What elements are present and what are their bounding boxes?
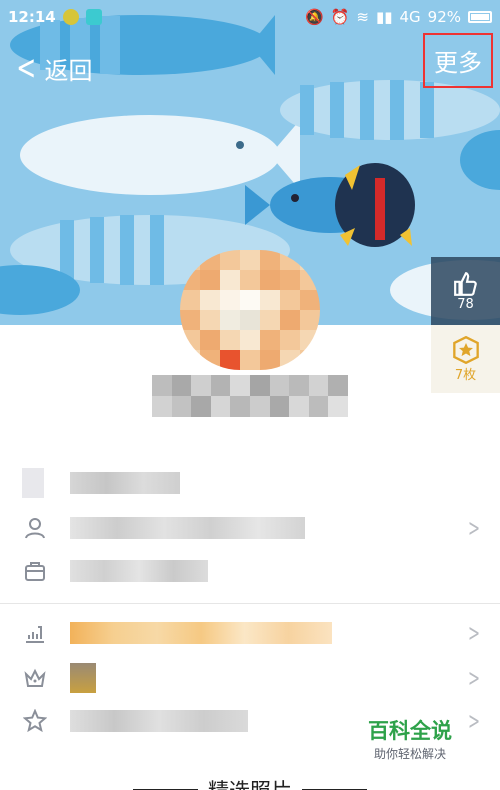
app-notify-icon: [62, 9, 79, 25]
level-icon: [22, 620, 48, 646]
chevron-right-icon: >: [467, 619, 480, 647]
profile-icon: [22, 515, 48, 541]
watermark-logo: 百科全说 助你轻松解决: [360, 715, 460, 762]
charm-count: 7枚: [454, 367, 477, 383]
mute-icon: 🔕: [305, 8, 324, 26]
vip-row[interactable]: >: [0, 655, 500, 701]
star-text: [70, 710, 248, 732]
avatar[interactable]: [180, 250, 320, 370]
network-label: 4G: [399, 8, 421, 26]
alarm-icon: ⏰: [330, 8, 350, 26]
back-label: 返回: [44, 56, 93, 85]
status-time: 12:14: [8, 8, 56, 26]
scan-notify-icon: [85, 9, 102, 25]
thumbs-up-icon: [453, 271, 477, 296]
chevron-right-icon: >: [467, 664, 480, 692]
chevron-left-icon: <: [16, 48, 37, 88]
more-label: 更多: [434, 49, 482, 77]
star-badge-icon: [452, 335, 479, 364]
status-bar: 12:14 🔕 ⏰ ≋ ▮▮ 4G 92%: [0, 0, 500, 34]
back-button[interactable]: < 返回: [12, 48, 93, 88]
star-icon: [22, 708, 48, 734]
level-row[interactable]: >: [0, 610, 500, 656]
profile-info-row[interactable]: >: [0, 505, 500, 551]
crown-icon: [22, 665, 48, 691]
featured-photos-title: 精选照片: [208, 775, 292, 790]
watermark-title: 百科全说: [368, 719, 452, 743]
chevron-right-icon: >: [467, 514, 480, 542]
more-button[interactable]: 更多: [423, 33, 493, 88]
wifi-icon: ≋: [356, 8, 369, 26]
level-badges: [70, 622, 332, 644]
briefcase-icon: [22, 558, 48, 584]
watermark-subtitle: 助你轻松解决: [373, 747, 446, 761]
section-divider: [0, 603, 500, 604]
signal-icon: ▮▮: [375, 8, 393, 26]
like-count: 78: [457, 296, 474, 312]
profile-info-text: [70, 517, 305, 539]
vip-badge: [70, 663, 96, 693]
account-row: [0, 460, 500, 506]
battery-label: 92%: [427, 8, 461, 26]
nickname: [152, 375, 348, 417]
work-info-row: [0, 548, 500, 594]
battery-icon: [468, 11, 492, 23]
account-text: [70, 472, 180, 494]
charm-button[interactable]: 7枚: [431, 325, 500, 393]
featured-photos-heading: 精选照片: [0, 775, 500, 790]
chevron-right-icon: >: [467, 707, 480, 735]
account-icon: [22, 468, 44, 498]
profile-page: 12:14 🔕 ⏰ ≋ ▮▮ 4G 92% < 返回 更多 78 7枚 > > …: [0, 0, 500, 790]
like-button[interactable]: 78: [431, 257, 500, 325]
work-info-text: [70, 560, 208, 582]
